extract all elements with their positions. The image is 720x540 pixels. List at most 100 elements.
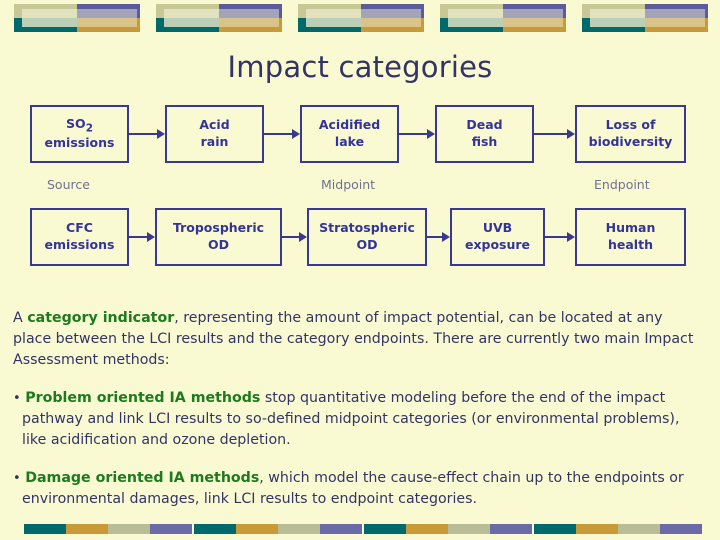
flow-box-uvb-exposure: UVB exposure: [450, 208, 545, 266]
band-overlay-light-right: [77, 9, 137, 27]
flow-box-line2: emissions: [44, 135, 115, 151]
band-purple-block: [490, 524, 532, 534]
flow-arrow-icon: [427, 232, 450, 242]
stage-label-midpoint: Midpoint: [321, 177, 376, 192]
flow-box-line1: Human: [605, 220, 656, 236]
flow-box-line2: biodiversity: [588, 134, 673, 149]
flow-box-line2: exposure: [464, 237, 531, 252]
intro-pre: A: [13, 310, 28, 326]
arrow-head: [442, 232, 450, 242]
flow-box-line1: Acidified: [318, 117, 381, 133]
bottom-band-unit: [24, 524, 192, 534]
flow-box-acidified-lake: Acidified lake: [300, 105, 399, 163]
flow-box-line2: rain: [200, 134, 229, 149]
flow-box-line1: Dead: [466, 117, 503, 133]
flow-box-line1: UVB: [482, 220, 513, 236]
flow-box-line2: OD: [356, 237, 378, 252]
arrow-shaft: [399, 133, 428, 135]
flow-box-so2-emissions: SO2 emissions: [30, 105, 129, 163]
top-band-unit: [440, 4, 566, 32]
band-overlay-light-left: [448, 9, 503, 27]
flow-arrow-icon: [264, 129, 300, 139]
band-overlay-light-right: [503, 9, 563, 27]
flow-box-cfc-emissions: CFC emissions: [30, 208, 129, 266]
band-gold-block: [66, 524, 108, 534]
flow-arrow-icon: [545, 232, 575, 242]
flow-box-line1: Stratospheric: [319, 220, 415, 236]
arrow-shaft: [545, 236, 568, 238]
flow-box-line1: Tropospheric: [172, 220, 265, 236]
flow-box-line1: SO: [66, 115, 86, 131]
top-band-unit: [582, 4, 708, 32]
stage-label-endpoint: Endpoint: [594, 177, 650, 192]
band-olive-block: [278, 524, 320, 534]
arrow-shaft: [264, 133, 293, 135]
bottom-band-unit: [364, 524, 532, 534]
arrow-head: [567, 129, 575, 139]
top-band-unit: [156, 4, 282, 32]
arrow-head: [299, 232, 307, 242]
top-band-unit: [298, 4, 424, 32]
band-olive-block: [448, 524, 490, 534]
intro-paragraph: A category indicator, representing the a…: [13, 308, 697, 371]
top-band-unit: [14, 4, 140, 32]
flow-box-dead-fish: Dead fish: [435, 105, 534, 163]
arrow-head: [567, 232, 575, 242]
band-teal-block: [534, 524, 576, 534]
flow-box-line1: CFC: [66, 220, 93, 236]
arrow-shaft: [534, 133, 568, 135]
band-teal-block: [364, 524, 406, 534]
bullet-highlight: Problem oriented IA methods: [25, 390, 261, 406]
bullet-highlight: Damage oriented IA methods: [25, 470, 260, 486]
band-purple-block: [320, 524, 362, 534]
body-copy: A category indicator, representing the a…: [13, 308, 697, 510]
flow-box-line1: Acid: [199, 117, 230, 133]
arrow-shaft: [427, 236, 443, 238]
flow-arrow-icon: [399, 129, 435, 139]
flow-box-human-health: Human health: [575, 208, 686, 266]
band-overlay-light-right: [219, 9, 279, 27]
flow-arrow-icon: [129, 232, 155, 242]
band-purple-block: [150, 524, 192, 534]
bottom-band-unit: [534, 524, 702, 534]
flow-row-cfc-pathway: CFC emissions Tropospheric OD Stratosphe…: [0, 208, 720, 266]
arrow-shaft: [282, 236, 300, 238]
flow-box-tropospheric-od: Tropospheric OD: [155, 208, 282, 266]
flow-box-loss-of-biodiversity: Loss of biodiversity: [575, 105, 686, 163]
bottom-decorative-band: [0, 524, 720, 534]
band-overlay-light-right: [645, 9, 705, 27]
bullet-marker: •: [13, 471, 21, 486]
band-overlay-light-left: [306, 9, 361, 27]
band-overlay-light-left: [22, 9, 77, 27]
stage-label-source: Source: [47, 177, 90, 192]
band-overlay-light-left: [164, 9, 219, 27]
flow-arrow-icon: [282, 232, 307, 242]
arrow-head: [427, 129, 435, 139]
bullet-marker: •: [13, 391, 21, 406]
arrow-head: [147, 232, 155, 242]
flow-box-line2: lake: [334, 134, 365, 149]
arrow-shaft: [129, 133, 158, 135]
flow-row-so2-pathway: SO2 emissions Acid rain Acidified lake D…: [0, 105, 720, 163]
flow-box-line1: Loss of: [605, 117, 656, 133]
intro-highlight: category indicator: [27, 310, 175, 326]
flow-box-line2: health: [608, 237, 653, 252]
arrow-shaft: [129, 236, 148, 238]
flow-box-subscript: 2: [85, 122, 93, 135]
flow-arrow-icon: [129, 129, 165, 139]
band-gold-block: [576, 524, 618, 534]
stage-labels-row: Source Midpoint Endpoint: [0, 177, 720, 197]
arrow-head: [157, 129, 165, 139]
top-decorative-band: [0, 0, 720, 40]
flow-arrow-icon: [534, 129, 575, 139]
flow-box-acid-rain: Acid rain: [165, 105, 264, 163]
band-gold-block: [406, 524, 448, 534]
bullet-problem-oriented: • Problem oriented IA methods stop quant…: [13, 388, 697, 451]
band-teal-block: [194, 524, 236, 534]
band-gold-block: [236, 524, 278, 534]
page-title: Impact categories: [227, 50, 493, 84]
band-olive-block: [108, 524, 150, 534]
band-teal-block: [24, 524, 66, 534]
arrow-head: [292, 129, 300, 139]
flow-box-line2: fish: [471, 134, 498, 149]
